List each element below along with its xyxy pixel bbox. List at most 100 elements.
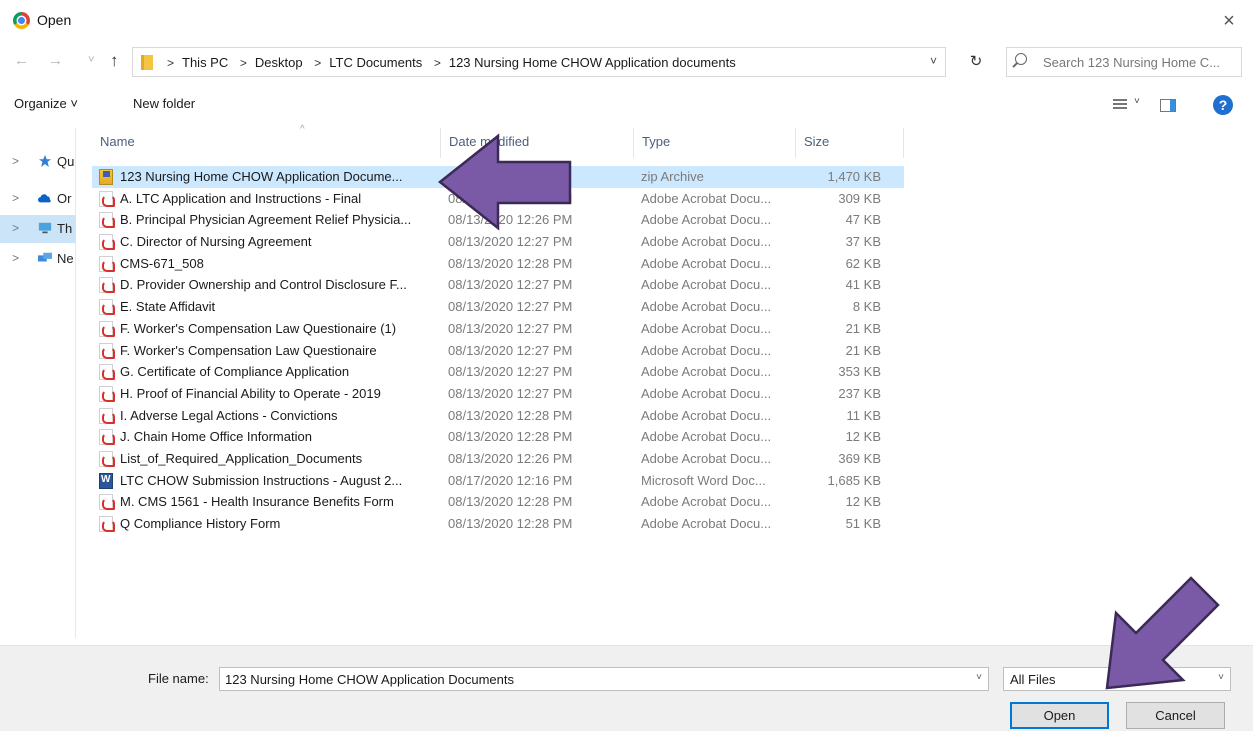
forward-arrow-icon[interactable]: → [48, 52, 63, 69]
search-input[interactable] [1043, 48, 1239, 76]
file-type-cell: Adobe Acrobat Docu... [641, 385, 772, 401]
pdf-icon [99, 212, 115, 229]
table-row[interactable]: I. Adverse Legal Actions - Convictions 08… [92, 405, 912, 427]
table-row[interactable]: D. Provider Ownership and Control Disclo… [92, 274, 912, 296]
file-size-cell: 21 KB [845, 320, 881, 336]
breadcrumb-this-pc[interactable]: This PC [182, 55, 228, 70]
file-size-cell: 21 KB [845, 342, 881, 358]
table-row[interactable]: B. Principal Physician Agreement Relief … [92, 209, 912, 231]
table-row[interactable]: List_of_Required_Application_Documents 08… [92, 448, 912, 470]
date-modified-cell: 08/13/2020 12:28 PM [448, 255, 573, 271]
organize-button[interactable]: Organize ˅ [14, 96, 78, 111]
file-name-field[interactable]: ˅ [219, 667, 989, 691]
file-name-cell: B. Principal Physician Agreement Relief … [120, 212, 412, 228]
window-title: Open [37, 12, 72, 28]
column-header-size[interactable]: Size [796, 128, 904, 158]
file-size-cell: 1,470 KB [827, 169, 882, 184]
table-row[interactable]: LTC CHOW Submission Instructions - Augus… [92, 470, 912, 492]
table-row[interactable]: J. Chain Home Office Information 08/13/20… [92, 426, 912, 448]
table-row[interactable]: M. CMS 1561 - Health Insurance Benefits … [92, 491, 912, 513]
file-type-cell: Microsoft Word Doc... [641, 472, 766, 488]
nav-node-label: Qu [57, 154, 75, 169]
file-name-input[interactable] [225, 668, 965, 690]
pdf-icon [99, 516, 115, 532]
file-name-cell: C. Director of Nursing Agreement [120, 234, 312, 250]
recent-locations-icon[interactable]: ˅ [88, 54, 94, 66]
help-icon[interactable]: ? [1213, 95, 1233, 115]
file-name-cell: Q Compliance History Form [120, 516, 281, 531]
nav-node-network[interactable]: > Ne [0, 245, 76, 273]
new-folder-button[interactable]: New folder [133, 96, 195, 111]
table-row[interactable]: Q Compliance History Form 08/13/2020 12:2… [92, 513, 912, 535]
column-header-date[interactable]: Date modified [441, 128, 634, 158]
cancel-button[interactable]: Cancel [1126, 702, 1225, 729]
table-row[interactable]: F. Worker's Compensation Law Questionair… [92, 340, 912, 362]
open-button[interactable]: Open [1010, 702, 1109, 729]
file-type-select[interactable]: All Files ˅ [1003, 667, 1231, 691]
table-row[interactable]: C. Director of Nursing Agreement 08/13/20… [92, 231, 912, 253]
chevron-right-icon[interactable]: > [12, 251, 19, 265]
file-name-cell: A. LTC Application and Instructions - Fi… [120, 190, 362, 206]
chevron-right-icon[interactable]: > [12, 191, 19, 205]
up-arrow-icon[interactable]: ↑ [110, 51, 119, 71]
date-modified-cell: 08/13/2020 12:26 PM [448, 190, 573, 206]
chevron-down-icon[interactable]: ˅ [930, 54, 937, 68]
breadcrumb-current-folder[interactable]: 123 Nursing Home CHOW Application docume… [449, 55, 736, 70]
chevron-down-icon[interactable]: ˅ [976, 672, 982, 683]
date-modified-cell: 08/13/2020 12:27 PM [448, 385, 573, 401]
nav-node-quick-access[interactable]: > Qu [0, 148, 76, 176]
file-size-cell: 47 KB [845, 212, 881, 228]
table-row[interactable]: F. Worker's Compensation Law Questionair… [92, 318, 912, 340]
file-size-cell: 353 KB [838, 364, 881, 380]
column-header-name[interactable]: Name ^ [92, 124, 441, 158]
table-row[interactable]: A. LTC Application and Instructions - Fi… [92, 188, 912, 210]
pdf-icon [99, 407, 115, 424]
back-arrow-icon[interactable]: ← [14, 52, 29, 69]
date-modified-cell: 08/13/2020 12:27 PM [448, 342, 573, 358]
refresh-icon[interactable]: ↻ [956, 47, 996, 77]
file-type-value: All Files [1010, 672, 1056, 687]
file-name-cell: LTC CHOW Submission Instructions - Augus… [120, 472, 403, 488]
file-type-cell: Adobe Acrobat Docu... [641, 299, 772, 315]
pdf-icon [99, 299, 115, 316]
breadcrumb-desktop[interactable]: Desktop [255, 55, 303, 70]
preview-pane-icon[interactable] [1160, 99, 1176, 112]
column-header-type[interactable]: Type [634, 128, 796, 158]
view-options-icon[interactable] [1113, 99, 1127, 111]
address-bar[interactable]: > This PC > Desktop > LTC Documents >123 Nu… [132, 47, 946, 77]
breadcrumb-ltc-documents[interactable]: LTC Documents [329, 55, 422, 70]
command-bar: Organize ˅ New folder ˅ ? [0, 90, 1253, 122]
file-type-cell: Adobe Acrobat Docu... [641, 342, 772, 358]
file-name-cell: H. Proof of Financial Ability to Operate… [120, 385, 381, 401]
table-row[interactable]: E. State Affidavit 08/13/2020 12:27 PM Ado… [92, 296, 912, 318]
cloud-icon [38, 194, 51, 203]
table-row[interactable]: H. Proof of Financial Ability to Operate… [92, 383, 912, 405]
nav-node-label: Th [57, 221, 73, 236]
nav-node-this-pc[interactable]: > Th [0, 215, 76, 243]
column-header-label: Name [100, 134, 135, 149]
nav-node-onedrive[interactable]: > Or [0, 185, 76, 213]
pdf-icon [99, 429, 115, 446]
chevron-right-icon[interactable]: > [12, 221, 19, 235]
date-modified-cell: 08/13/2020 12:27 PM [448, 234, 573, 250]
word-icon [99, 472, 113, 489]
table-row[interactable]: 123 Nursing Home CHOW Application Docume… [92, 166, 904, 188]
file-size-cell: 11 KB [846, 407, 881, 423]
table-row[interactable]: CMS-671_508 08/13/2020 12:28 PM Adobe Acro… [92, 253, 912, 275]
chevron-down-icon[interactable]: ˅ [1218, 672, 1224, 683]
file-size-cell: 51 KB [845, 516, 881, 531]
table-row[interactable]: G. Certificate of Compliance Application… [92, 361, 912, 383]
file-type-cell: zip Archive [641, 169, 704, 184]
file-name-cell: I. Adverse Legal Actions - Convictions [120, 407, 338, 423]
file-type-cell: Adobe Acrobat Docu... [641, 364, 772, 380]
close-button[interactable]: × [1215, 8, 1243, 34]
search-box[interactable] [1006, 47, 1242, 77]
file-name-cell: List_of_Required_Application_Documents [120, 450, 363, 466]
folder-icon [141, 55, 153, 70]
nav-node-label: Ne [57, 251, 74, 266]
file-name-cell: M. CMS 1561 - Health Insurance Benefits … [120, 494, 394, 510]
chevron-down-icon[interactable]: ˅ [1134, 96, 1140, 107]
chevron-right-icon[interactable]: > [12, 154, 19, 168]
date-modified-cell: 08/13/2020 12:28 PM [448, 494, 573, 510]
file-name-cell: G. Certificate of Compliance Application [120, 364, 350, 380]
